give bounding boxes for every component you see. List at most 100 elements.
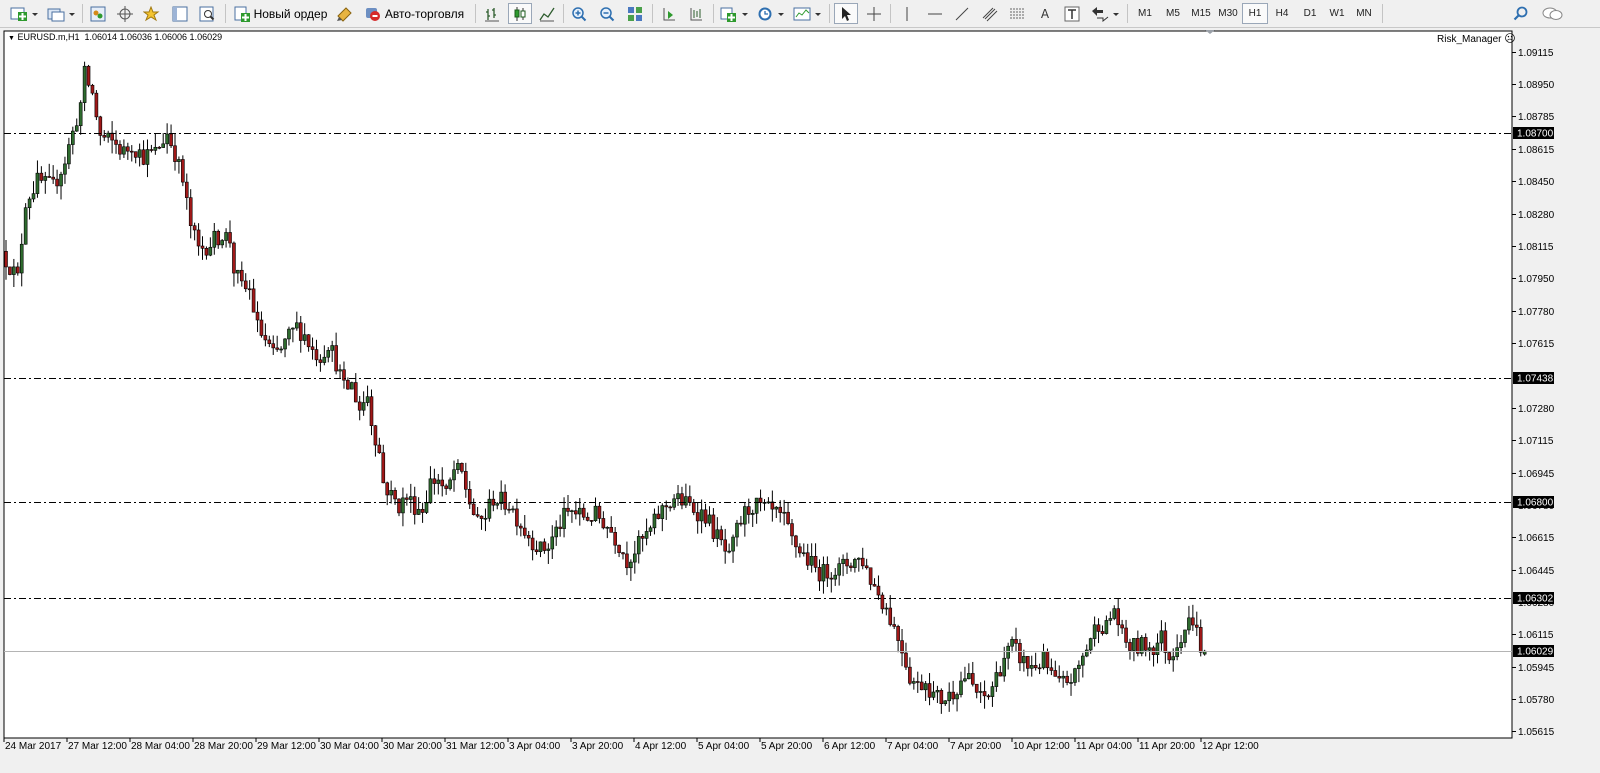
tile-windows-button[interactable]: [624, 3, 646, 24]
candle-body: [605, 526, 610, 529]
indicators-button[interactable]: [718, 3, 750, 24]
candle-body: [346, 379, 350, 390]
profiles-button[interactable]: [45, 3, 77, 24]
candle-body: [295, 322, 299, 329]
time-label: 11 Apr 04:00: [1076, 741, 1132, 752]
favorites-button[interactable]: [141, 3, 163, 24]
chat-icon: [1542, 7, 1563, 20]
candle-body: [31, 193, 36, 200]
periodicity-button[interactable]: [755, 3, 787, 24]
candle-body: [114, 139, 118, 145]
strategy-tester-button[interactable]: [196, 3, 218, 24]
candle-body: [558, 526, 562, 529]
fibonacci-button[interactable]: [1006, 3, 1028, 24]
candle-body: [1167, 652, 1172, 661]
price-label: 1.05615: [1518, 727, 1555, 738]
candle-body: [876, 585, 881, 596]
arrows-button[interactable]: [1089, 3, 1121, 24]
bar-chart-button[interactable]: [481, 3, 503, 24]
candle-body: [554, 526, 559, 538]
candle-body: [19, 243, 24, 274]
navigator-button[interactable]: [114, 3, 136, 24]
market-watch-icon: [90, 6, 106, 21]
market-watch-button[interactable]: [87, 3, 109, 24]
candle-body: [735, 522, 739, 538]
candle-body: [868, 567, 873, 585]
candle-body: [361, 402, 366, 411]
trendline-button[interactable]: [951, 3, 973, 24]
candle-body: [864, 565, 869, 569]
candle-body: [126, 146, 130, 152]
timeframe-d1[interactable]: D1: [1297, 3, 1323, 24]
candle-body: [1041, 651, 1046, 669]
crosshair-button[interactable]: [863, 3, 885, 24]
candle-body: [1029, 665, 1034, 669]
vertical-line-button[interactable]: [896, 3, 918, 24]
price-label: 1.06445: [1518, 566, 1555, 577]
line-chart-button[interactable]: [536, 3, 558, 24]
timeframe-h1[interactable]: H1: [1242, 3, 1268, 24]
data-window-button[interactable]: [169, 3, 191, 24]
chart-menu-arrow-icon[interactable]: ▼: [8, 35, 15, 42]
new-order-button[interactable]: Новый ордер: [231, 3, 329, 24]
zoom-out-button[interactable]: [596, 3, 618, 24]
candle-body: [483, 517, 488, 520]
candle-body: [298, 322, 303, 341]
metaeditor-button[interactable]: [333, 3, 355, 24]
autotrading-button[interactable]: Авто-торговля: [361, 3, 467, 24]
candle-body: [711, 514, 716, 539]
candle-body: [577, 507, 582, 515]
expert-advisor-label[interactable]: Risk_Manager ☹: [1437, 32, 1516, 45]
candlestick-icon: [514, 6, 526, 21]
price-label: 1.09115: [1518, 48, 1554, 59]
candle-body: [306, 334, 311, 348]
timeframe-w1[interactable]: W1: [1324, 3, 1350, 24]
candle-body: [397, 498, 401, 514]
equidistant-channel-button[interactable]: [979, 3, 1001, 24]
price-chart[interactable]: 1.09115 1.08950 1.08785 1.08615 1.08450 1.082…: [0, 28, 1600, 773]
zoom-out-icon: [600, 6, 615, 21]
candle-body: [1057, 676, 1062, 679]
cursor-button[interactable]: [834, 3, 858, 24]
price-label: 1.05945: [1518, 663, 1555, 674]
candle-body: [440, 479, 445, 487]
candle-body: [1179, 642, 1183, 648]
candle-body: [365, 396, 370, 403]
candlestick-button[interactable]: [508, 3, 532, 24]
candle-body: [436, 479, 441, 484]
candle-body: [432, 478, 437, 484]
candle-body: [291, 327, 295, 330]
timeframe-h4[interactable]: H4: [1269, 3, 1295, 24]
candle-body: [927, 683, 932, 698]
timeframe-m1[interactable]: M1: [1132, 3, 1158, 24]
timeframe-mn[interactable]: MN: [1351, 3, 1377, 24]
chart-window[interactable]: 1.09115 1.08950 1.08785 1.08615 1.08450 1.082…: [0, 28, 1600, 773]
text-button[interactable]: A: [1034, 3, 1056, 24]
candle-body: [393, 490, 397, 500]
timeframe-m30[interactable]: M30: [1214, 3, 1242, 24]
text-label-button[interactable]: [1061, 3, 1083, 24]
zoom-in-button[interactable]: [568, 3, 590, 24]
candle-body: [1163, 630, 1168, 653]
chat-button[interactable]: [1540, 3, 1566, 24]
candle-body: [251, 288, 256, 313]
chart-shift-button[interactable]: [685, 3, 707, 24]
timeframe-m15[interactable]: M15: [1187, 3, 1215, 24]
candle-body: [912, 681, 916, 684]
candle-body: [39, 172, 44, 181]
candle: [1139, 635, 1144, 657]
templates-button[interactable]: [792, 3, 824, 24]
autoscroll-button[interactable]: [658, 3, 680, 24]
timeframe-m5[interactable]: M5: [1160, 3, 1186, 24]
candle-body: [8, 266, 12, 275]
horizontal-line-button[interactable]: [924, 3, 946, 24]
candle-body: [688, 496, 692, 503]
candle-body: [908, 666, 912, 684]
candle-body: [129, 150, 134, 153]
candle-body: [719, 529, 724, 541]
candle-body: [444, 485, 448, 489]
candle-body: [503, 491, 507, 510]
time-label: 10 Apr 12:00: [1013, 741, 1070, 752]
new-chart-button[interactable]: [8, 3, 40, 24]
search-button[interactable]: [1510, 3, 1532, 24]
